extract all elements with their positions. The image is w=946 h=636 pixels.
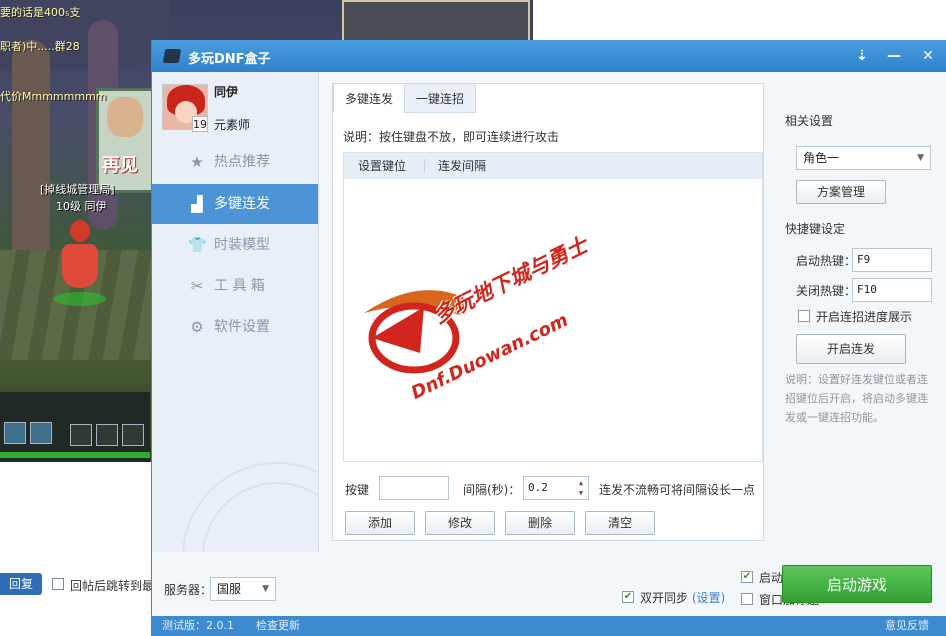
column-header-key: 设置键位: [358, 159, 407, 173]
sidebar: 19 同伊 元素师 ★ 热点推荐 ▟ 多键连发 👕 时装模型 ✂ 工 具 箱 ⚙…: [152, 72, 319, 552]
add-button[interactable]: 添加: [345, 511, 415, 535]
clear-button[interactable]: 清空: [585, 511, 655, 535]
billboard-text: 再见: [102, 155, 138, 176]
tools-icon: ✂: [190, 277, 204, 295]
start-repeat-button[interactable]: 开启连发: [796, 334, 906, 364]
related-settings-title: 相关设置: [785, 114, 834, 128]
dual-sync-label: 双开同步 (设置): [640, 589, 725, 606]
nav-item-label: 工 具 箱: [214, 278, 265, 294]
delete-button[interactable]: 删除: [505, 511, 575, 535]
nav-item-costume[interactable]: 👕 时装模型: [152, 225, 318, 265]
chat-line: 要的话是400₅支: [0, 6, 81, 19]
user-name: 同伊: [214, 85, 239, 99]
bars-icon: ▟: [191, 195, 203, 213]
panel-description: 说明：按住键盘不放，即可连续进行攻击: [343, 130, 560, 144]
column-header-interval: 连发间隔: [438, 159, 487, 173]
app-title: 多玩DNF盒子: [188, 52, 271, 67]
chat-line: 代价Mmmmmmmm: [0, 90, 107, 103]
interval-hint: 连发不流畅可将间隔设长一点: [599, 483, 756, 497]
key-table[interactable]: 设置键位 连发间隔 多玩地下城与勇士 Dnf.Duowan.com: [343, 152, 763, 462]
start-hotkey-input[interactable]: F9: [852, 248, 932, 272]
launch-game-button[interactable]: 启动游戏: [782, 565, 932, 603]
table-header: 设置键位 连发间隔: [344, 153, 762, 179]
tab-combo[interactable]: 一键连招: [404, 83, 476, 113]
nav-item-settings[interactable]: ⚙ 软件设置: [152, 307, 318, 347]
billboard-face: [107, 97, 143, 137]
feedback-link[interactable]: 意见反馈: [885, 616, 929, 636]
close-button[interactable]: ✕: [916, 44, 940, 68]
status-bar: 测试版：2.0.1 检查更新 意见反馈: [152, 616, 946, 636]
interval-label: 间隔(秒)：: [463, 483, 521, 497]
forum-page: [0, 462, 152, 636]
chevron-down-icon: ▼: [262, 584, 269, 594]
chat-line: 职者)中.....群28: [0, 40, 80, 53]
window-title-checkbox[interactable]: [741, 593, 753, 605]
role-selected: 角色一: [803, 151, 840, 165]
version-label: 测试版：2.0.1: [162, 619, 234, 632]
start-hotkey-label: 启动热键：: [796, 254, 857, 268]
server-selected: 国服: [217, 582, 242, 596]
server-select[interactable]: 国服 ▼: [210, 577, 276, 601]
key-input[interactable]: [379, 476, 449, 500]
dual-sync-checkbox[interactable]: ✔: [622, 591, 634, 603]
progress-checkbox[interactable]: [798, 310, 810, 322]
star-icon: ★: [190, 153, 204, 171]
char-guild: [掉线城管理局]: [40, 183, 115, 196]
nav-item-label: 多键连发: [214, 196, 270, 212]
hp-bar: [0, 452, 150, 458]
spinner-arrows-icon[interactable]: ▲ ▼: [576, 478, 586, 498]
dual-open-checkbox[interactable]: ✔: [741, 571, 753, 583]
jump-after-reply-checkbox[interactable]: [52, 578, 64, 590]
role-select[interactable]: 角色一 ▼: [796, 146, 931, 170]
jump-after-reply-label: 回帖后跳转到最: [70, 579, 155, 593]
minimize-button[interactable]: —: [882, 44, 906, 68]
dual-sync-settings-link[interactable]: (设置): [692, 591, 725, 605]
nav-item-label: 热点推荐: [214, 154, 270, 170]
down-arrow-icon[interactable]: ⇣: [850, 44, 874, 68]
nav-item-multikey[interactable]: ▟ 多键连发: [152, 184, 318, 224]
hotkey-title: 快捷键设定: [785, 222, 846, 236]
plan-manage-button[interactable]: 方案管理: [796, 180, 886, 204]
stone-frame: [342, 0, 530, 42]
nav-item-label: 软件设置: [214, 319, 270, 335]
multikey-panel: 多键连发 一键连招 说明：按住键盘不放，即可连续进行攻击 设置键位 连发间隔 多…: [332, 83, 764, 541]
server-label: 服务器：: [164, 583, 213, 597]
char-name: 同伊: [84, 200, 107, 213]
shirt-icon: 👕: [188, 236, 207, 254]
char-level-name: 10级 同伊: [56, 198, 107, 214]
nav-item-hot[interactable]: ★ 热点推荐: [152, 142, 318, 182]
interval-spinner[interactable]: 0.2 ▲ ▼: [523, 476, 589, 500]
progress-checkbox-label: 开启连招进度展示: [816, 310, 913, 324]
dual-sync-text: 双开同步: [640, 591, 689, 605]
stop-hotkey-input[interactable]: F10: [852, 278, 932, 302]
interval-value: 0.2: [528, 481, 548, 494]
key-label: 按键: [345, 483, 370, 497]
edit-button[interactable]: 修改: [425, 511, 495, 535]
app-window: 多玩DNF盒子 ⇣ — ✕ 19 同伊 元素师 ★ 热点推荐 ▟ 多键连发 👕 …: [151, 40, 946, 636]
game-character: [54, 220, 106, 306]
stop-hotkey-label: 关闭热键：: [796, 284, 857, 298]
level-badge: 19: [192, 116, 208, 132]
chevron-down-icon: ▼: [917, 153, 924, 163]
gear-icon: ⚙: [190, 318, 204, 336]
nav-item-label: 时装模型: [214, 237, 270, 253]
app-logo-icon: [162, 49, 182, 63]
settings-note: 说明：设置好连发键位或者连招键位后开启，将启动多键连发或一键连招功能。: [785, 373, 928, 424]
nav-item-toolbox[interactable]: ✂ 工 具 箱: [152, 266, 318, 306]
reply-button[interactable]: 回复: [0, 573, 42, 595]
user-class: 元素师: [214, 118, 251, 132]
tab-multikey[interactable]: 多键连发: [333, 83, 405, 113]
title-bar[interactable]: 多玩DNF盒子 ⇣ — ✕: [152, 40, 946, 72]
char-level: 10级: [56, 200, 81, 213]
check-update-link[interactable]: 检查更新: [256, 616, 300, 636]
